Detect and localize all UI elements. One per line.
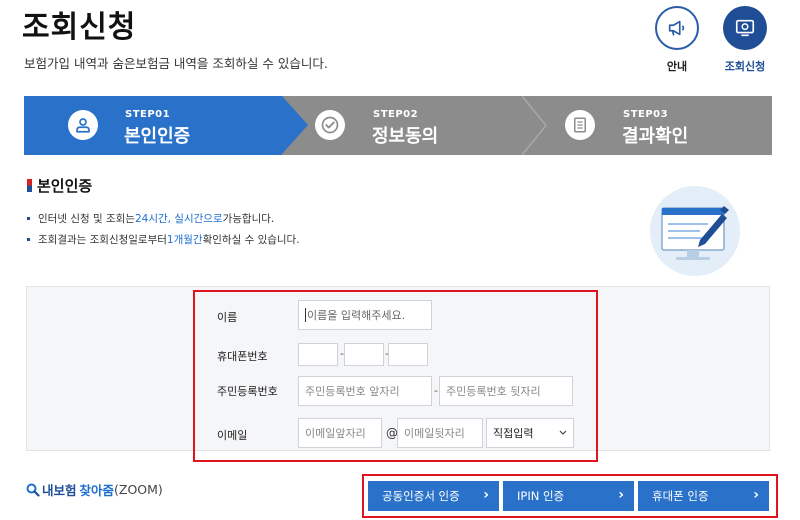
section-title-text: 본인인증 [37,177,93,195]
zoom-logo-part1: 내보험 [42,483,77,498]
bullet-icon [27,217,30,220]
step-divider-1 [282,96,312,155]
section-title: 본인인증 [27,175,92,196]
bullet2-text-highlight: 1개월간 [166,234,203,246]
step2-circle [315,110,345,140]
check-circle-icon [321,116,339,134]
step2-name: 정보동의 [372,126,439,147]
step3-name: 결과확인 [622,126,689,147]
step-progress-bar: STEP01 본인인증 STEP02 정보동의 STEP03 결과확인 [24,96,772,155]
bullet2-text-c: 확인하실 수 있습니다. [202,234,300,246]
megaphone-icon [668,20,685,36]
bullet1-text-c: 가능합니다. [222,213,275,225]
bullet-icon [27,238,30,241]
info-bullet-2: 조회결과는 조회신청일로부터 1개월간 확인하실 수 있습니다. [27,232,300,247]
zoom-logo-part2: 찾아줌 [79,483,115,498]
document-icon [574,117,586,133]
inquiry-button[interactable] [723,6,767,50]
step1-number: STEP01 [125,109,171,120]
bullet1-text-a: 인터넷 신청 및 조회는 [38,213,135,225]
flag-icon [27,179,32,192]
page-title: 조회신청 [22,10,137,45]
inquiry-label[interactable]: 조회신청 [715,58,775,74]
step3-circle [565,110,595,140]
computer-illustration [650,186,740,276]
guide-button[interactable] [655,6,699,50]
bullet2-text-a: 조회결과는 조회신청일로부터 [38,234,167,246]
step2-number: STEP02 [373,109,419,120]
search-icon [26,483,40,497]
bullet1-text-highlight: 24시간, 실시간으로 [134,213,223,225]
auth-buttons-highlight-box [362,474,778,518]
form-highlight-box [193,290,598,462]
guide-label[interactable]: 안내 [647,58,707,74]
step1-circle [68,110,98,140]
step1-name: 본인인증 [124,126,191,147]
step-divider-2 [522,96,547,155]
info-bullet-1: 인터넷 신청 및 조회는 24시간, 실시간으로 가능합니다. [27,211,274,226]
computer-pen-icon [661,206,729,260]
page-subtitle: 보험가입 내역과 숨은보험금 내역을 조회하실 수 있습니다. [24,56,328,71]
zoom-logo-part3: (ZOOM) [114,482,163,497]
user-icon [76,118,90,133]
zoom-service-logo[interactable]: 내보험 찾아줌 (ZOOM) [26,480,163,499]
step3-number: STEP03 [623,109,669,120]
monitor-icon [735,19,755,37]
